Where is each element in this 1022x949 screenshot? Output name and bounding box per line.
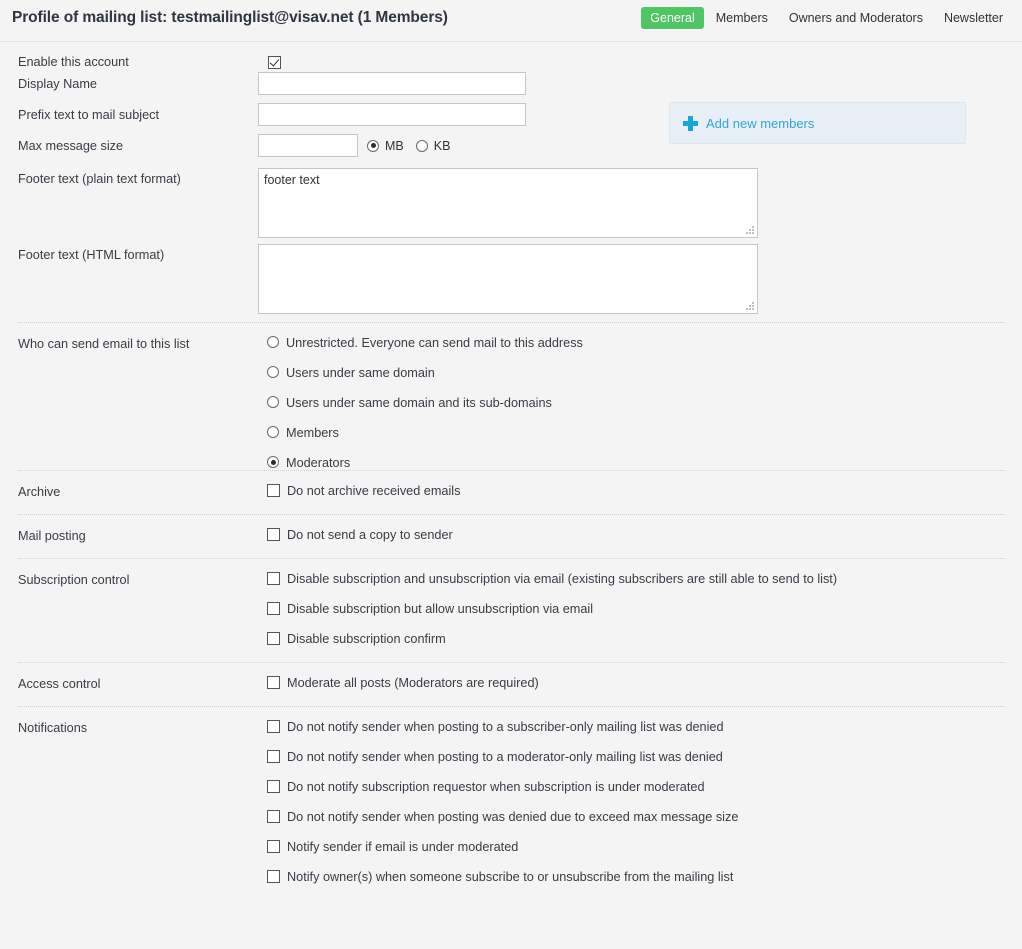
subscription-option-disable-sub-only[interactable]: Disable subscription but allow unsubscri… — [267, 602, 1022, 616]
who-can-send-label-same-domain: Users under same domain — [286, 366, 435, 380]
footer-plain-textarea[interactable] — [258, 168, 758, 238]
row-archive: Archive Do not archive received emails — [0, 471, 1022, 515]
subscription-option-disable-both[interactable]: Disable subscription and unsubscription … — [267, 572, 1022, 586]
notifications-option-requestor-moderated[interactable]: Do not notify subscription requestor whe… — [267, 780, 1022, 794]
display-name-input[interactable] — [258, 72, 526, 95]
label-footer-plain: Footer text (plain text format) — [18, 172, 181, 186]
who-can-send-option-members[interactable]: Members — [267, 426, 1022, 440]
row-enable-account: Enable this account — [0, 42, 1022, 72]
label-mail-posting: Mail posting — [18, 529, 86, 543]
who-can-send-option-unrestricted[interactable]: Unrestricted. Everyone can send mail to … — [267, 336, 1022, 350]
who-can-send-radio-unrestricted[interactable] — [267, 336, 279, 348]
archive-label-no-archive: Do not archive received emails — [287, 484, 461, 498]
tab-general[interactable]: General — [641, 7, 704, 29]
notifications-label-exceed-max-size: Do not notify sender when posting was de… — [287, 810, 739, 824]
tab-owners-and-moderators[interactable]: Owners and Moderators — [780, 7, 932, 29]
label-access-control: Access control — [18, 677, 101, 691]
who-can-send-radio-same-domain[interactable] — [267, 366, 279, 378]
archive-checkbox-no-archive[interactable] — [267, 484, 280, 497]
row-prefix-subject: Prefix text to mail subject — [0, 103, 1022, 134]
who-can-send-option-same-domain[interactable]: Users under same domain — [267, 366, 1022, 380]
subscription-checkbox-disable-confirm[interactable] — [267, 632, 280, 645]
row-display-name: Display Name — [0, 72, 1022, 103]
settings-form: Add new members Enable this account Disp… — [0, 42, 1022, 897]
mail-posting-option-no-copy[interactable]: Do not send a copy to sender — [267, 528, 1022, 542]
subscription-label-disable-confirm: Disable subscription confirm — [287, 632, 446, 646]
notifications-option-notify-owners[interactable]: Notify owner(s) when someone subscribe t… — [267, 870, 1022, 884]
notifications-checkbox-exceed-max-size[interactable] — [267, 810, 280, 823]
footer-plain-wrap — [258, 168, 758, 238]
row-max-message-size: Max message size MB KB — [0, 134, 1022, 165]
who-can-send-label-moderators: Moderators — [286, 456, 351, 470]
tab-newsletter[interactable]: Newsletter — [935, 7, 1012, 29]
notifications-option-subscriber-only-denied[interactable]: Do not notify sender when posting to a s… — [267, 720, 1022, 734]
who-can-send-label-unrestricted: Unrestricted. Everyone can send mail to … — [286, 336, 583, 350]
who-can-send-radio-moderators[interactable] — [267, 456, 279, 468]
row-notifications: Notifications Do not notify sender when … — [0, 707, 1022, 897]
row-access-control: Access control Moderate all posts (Moder… — [0, 663, 1022, 707]
footer-html-textarea[interactable] — [258, 244, 758, 314]
who-can-send-option-sub-domains[interactable]: Users under same domain and its sub-doma… — [267, 396, 1022, 410]
access-control-option-moderate-all[interactable]: Moderate all posts (Moderators are requi… — [267, 676, 1022, 690]
subscription-checkbox-disable-both[interactable] — [267, 572, 280, 585]
subscription-label-disable-sub-only: Disable subscription but allow unsubscri… — [287, 602, 594, 616]
notifications-checkbox-notify-sender-moderated[interactable] — [267, 840, 280, 853]
who-can-send-label-sub-domains: Users under same domain and its sub-doma… — [286, 396, 552, 410]
enable-account-checkbox[interactable] — [268, 56, 281, 69]
notifications-option-exceed-max-size[interactable]: Do not notify sender when posting was de… — [267, 810, 1022, 824]
unit-mb-option[interactable]: MB — [367, 139, 404, 153]
label-enable-account: Enable this account — [18, 55, 129, 69]
prefix-subject-input[interactable] — [258, 103, 526, 126]
label-who-can-send: Who can send email to this list — [18, 337, 190, 351]
who-can-send-label-members: Members — [286, 426, 339, 440]
max-message-size-input[interactable] — [258, 134, 358, 157]
label-notifications: Notifications — [18, 721, 88, 735]
footer-html-wrap — [258, 244, 758, 314]
notifications-checkbox-subscriber-only-denied[interactable] — [267, 720, 280, 733]
notifications-label-requestor-moderated: Do not notify subscription requestor whe… — [287, 780, 705, 794]
page-title: Profile of mailing list: testmailinglist… — [12, 9, 448, 26]
label-max-message-size: Max message size — [18, 139, 124, 153]
unit-kb-label: KB — [433, 138, 451, 153]
subscription-option-disable-confirm[interactable]: Disable subscription confirm — [267, 632, 1022, 646]
label-prefix-subject: Prefix text to mail subject — [18, 108, 160, 122]
label-display-name: Display Name — [18, 77, 97, 91]
notifications-checkbox-notify-owners[interactable] — [267, 870, 280, 883]
unit-mb-radio[interactable] — [367, 139, 379, 152]
notifications-option-moderator-only-denied[interactable]: Do not notify sender when posting to a m… — [267, 750, 1022, 764]
subscription-checkbox-disable-sub-only[interactable] — [267, 602, 280, 615]
label-subscription-control: Subscription control — [18, 573, 130, 587]
archive-option-no-archive[interactable]: Do not archive received emails — [267, 484, 1022, 498]
notifications-checkbox-moderator-only-denied[interactable] — [267, 750, 280, 763]
page-header: Profile of mailing list: testmailinglist… — [0, 0, 1022, 42]
who-can-send-radio-members[interactable] — [267, 426, 279, 438]
unit-kb-radio[interactable] — [415, 139, 428, 152]
notifications-label-subscriber-only-denied: Do not notify sender when posting to a s… — [287, 720, 724, 734]
who-can-send-radio-sub-domains[interactable] — [267, 396, 279, 408]
row-footer-html: Footer text (HTML format) — [0, 244, 1022, 323]
notifications-label-moderator-only-denied: Do not notify sender when posting to a m… — [287, 750, 723, 764]
mail-posting-label-no-copy: Do not send a copy to sender — [287, 528, 453, 542]
access-control-checkbox-moderate-all[interactable] — [267, 676, 280, 689]
unit-mb-label: MB — [385, 138, 404, 153]
notifications-option-notify-sender-moderated[interactable]: Notify sender if email is under moderate… — [267, 840, 1022, 854]
label-archive: Archive — [18, 485, 61, 499]
notifications-checkbox-requestor-moderated[interactable] — [267, 780, 280, 793]
notifications-label-notify-owners: Notify owner(s) when someone subscribe t… — [287, 870, 734, 884]
subscription-label-disable-both: Disable subscription and unsubscription … — [287, 572, 838, 586]
unit-kb-option[interactable]: KB — [415, 138, 451, 153]
row-subscription-control: Subscription control Disable subscriptio… — [0, 559, 1022, 663]
row-who-can-send: Who can send email to this list Unrestri… — [0, 323, 1022, 471]
row-mail-posting: Mail posting Do not send a copy to sende… — [0, 515, 1022, 559]
label-footer-html: Footer text (HTML format) — [18, 248, 165, 262]
who-can-send-option-moderators[interactable]: Moderators — [267, 456, 1022, 470]
notifications-label-notify-sender-moderated: Notify sender if email is under moderate… — [287, 840, 519, 854]
mail-posting-checkbox-no-copy[interactable] — [267, 528, 280, 541]
tab-members[interactable]: Members — [707, 7, 777, 29]
tab-bar: General Members Owners and Moderators Ne… — [638, 7, 1012, 29]
row-footer-plain: Footer text (plain text format) — [0, 165, 1022, 244]
access-control-label-moderate-all: Moderate all posts (Moderators are requi… — [287, 676, 539, 690]
